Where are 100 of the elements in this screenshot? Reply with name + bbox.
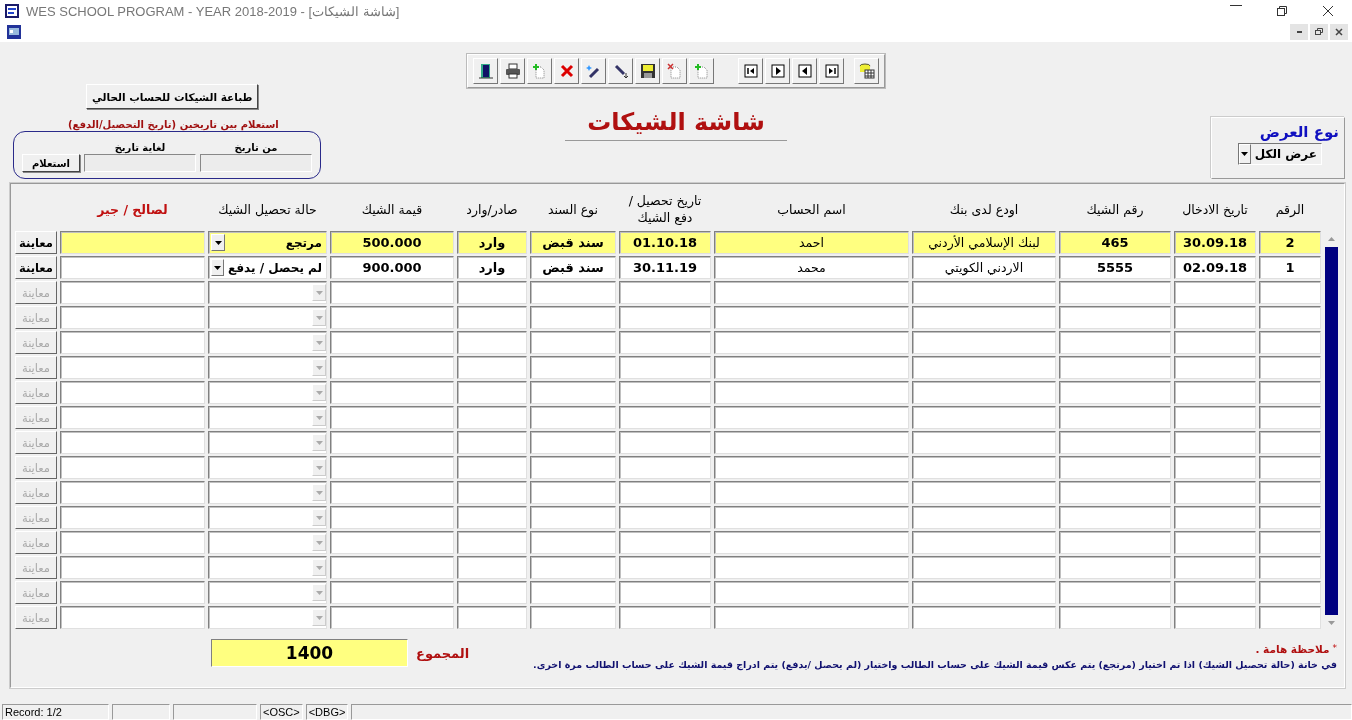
caret-icon bbox=[315, 315, 323, 320]
table-cell bbox=[457, 431, 527, 454]
delete-icon bbox=[558, 63, 575, 79]
table-cell bbox=[457, 556, 527, 579]
date-field[interactable] bbox=[200, 154, 312, 172]
table-cell: 30.11.19 bbox=[619, 256, 711, 279]
query-label: استعلام بين تاريخين (تاريخ التحصيل/الدفع) bbox=[68, 119, 279, 130]
status-dropdown[interactable]: مرتجع bbox=[208, 231, 327, 254]
table-cell bbox=[457, 406, 527, 429]
table-cell: سند قبض bbox=[530, 231, 616, 254]
caret-icon bbox=[214, 265, 221, 270]
scrollbar-thumb[interactable] bbox=[1325, 247, 1338, 615]
column-header: الرقم bbox=[1274, 200, 1306, 218]
note-text: في خانة (حالة تحصيل الشيك) اذا تم اختيار (مرتجع) يتم عكس قيمة الشيك على حساب الطالب واختيار (لم يحصل /يدفع) يتم ادراج قيمة الشيك على حساب الطالب مرة اخرى. bbox=[532, 658, 1337, 671]
column-header: نوع السند bbox=[546, 200, 600, 218]
table-cell bbox=[457, 331, 527, 354]
caret-icon bbox=[315, 390, 323, 395]
close-button[interactable] bbox=[1330, 24, 1348, 40]
caret-icon bbox=[315, 365, 323, 370]
toolbar-button[interactable] bbox=[473, 58, 498, 84]
table-cell: 30.09.18 bbox=[1174, 231, 1256, 254]
caret-icon bbox=[315, 415, 323, 420]
add-icon bbox=[693, 63, 710, 79]
caret-icon bbox=[315, 590, 323, 595]
total-field: 1400 bbox=[211, 639, 408, 667]
status-dropdown[interactable] bbox=[208, 281, 327, 304]
restore-button[interactable] bbox=[1310, 24, 1328, 40]
table-cell: لبنك الإسلامي الأردني bbox=[912, 231, 1056, 254]
toolbar-button[interactable] bbox=[635, 58, 660, 84]
restore-icon bbox=[1276, 5, 1288, 17]
toolbar-button[interactable] bbox=[819, 58, 844, 84]
table-cell: 465 bbox=[1059, 231, 1171, 254]
close-icon bbox=[1322, 5, 1334, 17]
caret-icon bbox=[315, 440, 323, 445]
status-dropdown[interactable] bbox=[208, 381, 327, 404]
status-dropdown[interactable] bbox=[208, 556, 327, 579]
status-dropdown[interactable] bbox=[208, 531, 327, 554]
table-cell bbox=[457, 531, 527, 554]
status-dropdown[interactable] bbox=[208, 456, 327, 479]
column-header: رقم الشيك bbox=[1085, 200, 1145, 218]
view-button[interactable]: معاينة bbox=[15, 256, 57, 279]
query-button[interactable]: استعلام bbox=[22, 154, 80, 172]
wand-icon bbox=[612, 63, 629, 79]
caret-icon bbox=[315, 290, 323, 295]
status-dropdown[interactable] bbox=[208, 306, 327, 329]
close-icon bbox=[1334, 27, 1344, 37]
caret-icon bbox=[315, 465, 323, 470]
status-dropdown[interactable] bbox=[208, 406, 327, 429]
skip-start-icon bbox=[742, 63, 759, 79]
status-dropdown[interactable] bbox=[208, 431, 327, 454]
table-cell bbox=[457, 356, 527, 379]
table-cell: محمد bbox=[714, 256, 909, 279]
status-dropdown[interactable] bbox=[208, 356, 327, 379]
minimize-icon bbox=[1296, 31, 1302, 33]
status-dropdown[interactable] bbox=[208, 331, 327, 354]
column-header: لصالح / جير bbox=[95, 200, 169, 218]
screen-title: شاشة الشيكات bbox=[565, 108, 787, 141]
status-dropdown[interactable] bbox=[208, 581, 327, 604]
caret-icon bbox=[315, 515, 323, 520]
display-dropdown[interactable]: عرض الكل bbox=[1238, 143, 1322, 165]
table-cell bbox=[457, 381, 527, 404]
restore-icon bbox=[1314, 27, 1324, 37]
date-field[interactable] bbox=[84, 154, 196, 172]
arrow-down-icon bbox=[1328, 621, 1335, 625]
caret-icon bbox=[214, 240, 222, 245]
toolbar-button[interactable] bbox=[792, 58, 817, 84]
minimize-button[interactable] bbox=[1290, 24, 1308, 40]
field-label: من تاريخ bbox=[234, 142, 278, 153]
print-button[interactable]: طباعة الشيكات للحساب الحالي bbox=[86, 84, 259, 109]
door-icon bbox=[477, 63, 494, 79]
field-label: لغاية تاريخ bbox=[114, 142, 166, 153]
table-cell: 500.000 bbox=[330, 231, 454, 254]
table-cell: 01.10.18 bbox=[619, 231, 711, 254]
status-dropdown[interactable] bbox=[208, 506, 327, 529]
triangle-right-icon bbox=[769, 63, 786, 79]
toolbar-button[interactable] bbox=[608, 58, 633, 84]
printer-icon bbox=[504, 63, 521, 79]
view-button[interactable]: معاينة bbox=[15, 231, 57, 254]
display-label: نوع العرض bbox=[1259, 123, 1339, 141]
status-dropdown[interactable] bbox=[208, 606, 327, 629]
table-cell: وارد bbox=[457, 231, 527, 254]
status-pane bbox=[112, 704, 170, 720]
note-title: ملاحظة هامة . bbox=[1255, 643, 1330, 655]
status-dropdown[interactable] bbox=[208, 481, 327, 504]
table-cell: 5555 bbox=[1059, 256, 1171, 279]
caret-icon bbox=[315, 340, 323, 345]
toolbar-button[interactable] bbox=[581, 58, 606, 84]
table-cell: وارد bbox=[457, 256, 527, 279]
status-dropdown[interactable]: لم يحصل / يدفع bbox=[208, 256, 327, 279]
toolbar-button[interactable] bbox=[765, 58, 790, 84]
status-pane: <DBG> bbox=[305, 704, 349, 720]
column-header: تاريخ الادخال bbox=[1181, 200, 1249, 218]
toolbar-button[interactable] bbox=[738, 58, 763, 84]
table-cell bbox=[457, 281, 527, 304]
toolbar-button[interactable] bbox=[500, 58, 525, 84]
delete-icon bbox=[666, 63, 683, 79]
caret-icon bbox=[1241, 152, 1249, 156]
table-cell: 02.09.18 bbox=[1174, 256, 1256, 279]
caret-icon bbox=[315, 490, 323, 495]
table-cell bbox=[457, 581, 527, 604]
